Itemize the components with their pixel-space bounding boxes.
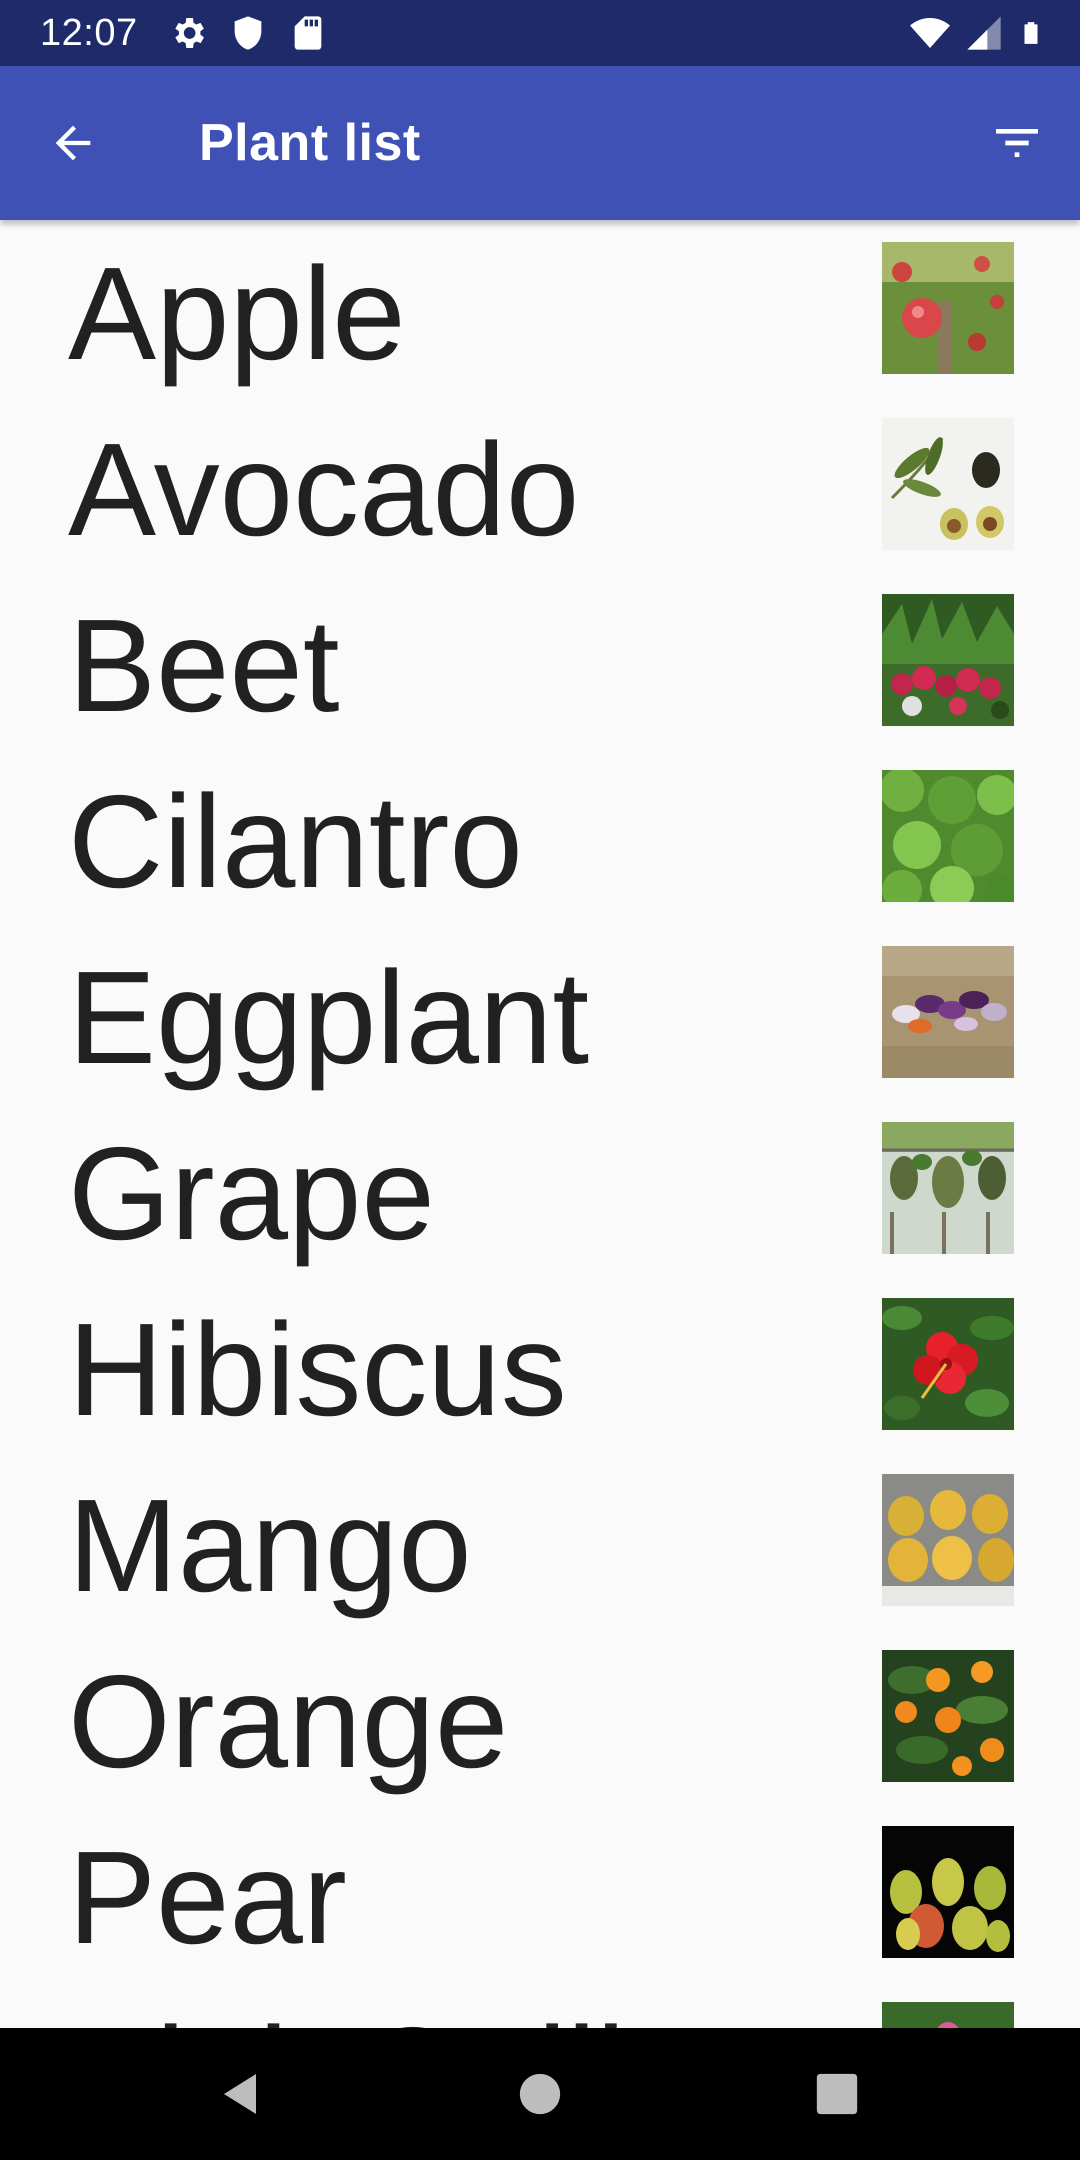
filter-list-icon [996, 129, 1038, 157]
home-circle-icon [519, 2073, 561, 2115]
status-icons-right [910, 13, 1044, 53]
plant-list: Apple Avocado Beet Cilantro Eggplant Gra… [0, 220, 1080, 2028]
status-bar: 12:07 [0, 0, 1080, 66]
filter-button[interactable] [984, 110, 1050, 176]
plant-name: Beet [68, 592, 340, 739]
plant-name: Mango [68, 1472, 472, 1619]
system-nav-bar [0, 2028, 1080, 2160]
wifi-icon [910, 18, 950, 48]
plant-name: Hibiscus [68, 1296, 567, 1443]
plant-name: Pear [68, 1824, 347, 1971]
plant-row-pear[interactable]: Pear [0, 1804, 1080, 1980]
grape-vine-photo [882, 1122, 1014, 1254]
plant-row-hibiscus[interactable]: Hibiscus [0, 1276, 1080, 1452]
shield-icon [234, 16, 262, 50]
plant-row-mango[interactable]: Mango [0, 1452, 1080, 1628]
status-time: 12:07 [40, 12, 138, 54]
app-bar: Plant list [0, 66, 1080, 220]
nav-back-button[interactable] [204, 2058, 276, 2130]
plant-name: Pink Quill [68, 1986, 626, 2028]
beet-photo [882, 594, 1014, 726]
plant-row-grape[interactable]: Grape [0, 1100, 1080, 1276]
gear-icon [175, 18, 204, 48]
cilantro-photo [882, 770, 1014, 902]
avocado-photo [882, 418, 1014, 550]
plant-row-cilantro[interactable]: Cilantro [0, 748, 1080, 924]
plant-row-apple[interactable]: Apple [0, 220, 1080, 396]
battery-icon [1024, 22, 1038, 44]
plant-name: Avocado [68, 416, 580, 563]
page-title: Plant list [199, 114, 421, 172]
status-icons-left [168, 13, 328, 53]
plant-row-beet[interactable]: Beet [0, 572, 1080, 748]
sd-card-icon [294, 16, 322, 50]
nav-home-button[interactable] [504, 2058, 576, 2130]
eggplant-photo [882, 946, 1014, 1078]
hibiscus-flower-photo [882, 1298, 1014, 1430]
nav-recents-button[interactable] [801, 2058, 873, 2130]
arrow-back-icon [55, 125, 91, 161]
plant-row-orange[interactable]: Orange [0, 1628, 1080, 1804]
plant-name: Cilantro [68, 768, 523, 915]
recents-square-icon [816, 2073, 858, 2115]
plant-row-pink-quill[interactable]: Pink Quill [0, 1980, 1080, 2028]
plant-name: Apple [68, 240, 406, 387]
plant-name: Grape [68, 1120, 435, 1267]
orange-tree-photo [882, 1650, 1014, 1782]
back-button[interactable] [40, 110, 106, 176]
pink-quill-photo [882, 2002, 1014, 2028]
plant-row-eggplant[interactable]: Eggplant [0, 924, 1080, 1100]
plant-name: Eggplant [68, 944, 590, 1091]
mango-photo [882, 1474, 1014, 1606]
cell-signal-icon [967, 16, 1001, 50]
apple-tree-photo [882, 242, 1014, 374]
pear-photo [882, 1826, 1014, 1958]
plant-name: Orange [68, 1648, 509, 1795]
back-triangle-icon [224, 2074, 256, 2114]
plant-row-avocado[interactable]: Avocado [0, 396, 1080, 572]
